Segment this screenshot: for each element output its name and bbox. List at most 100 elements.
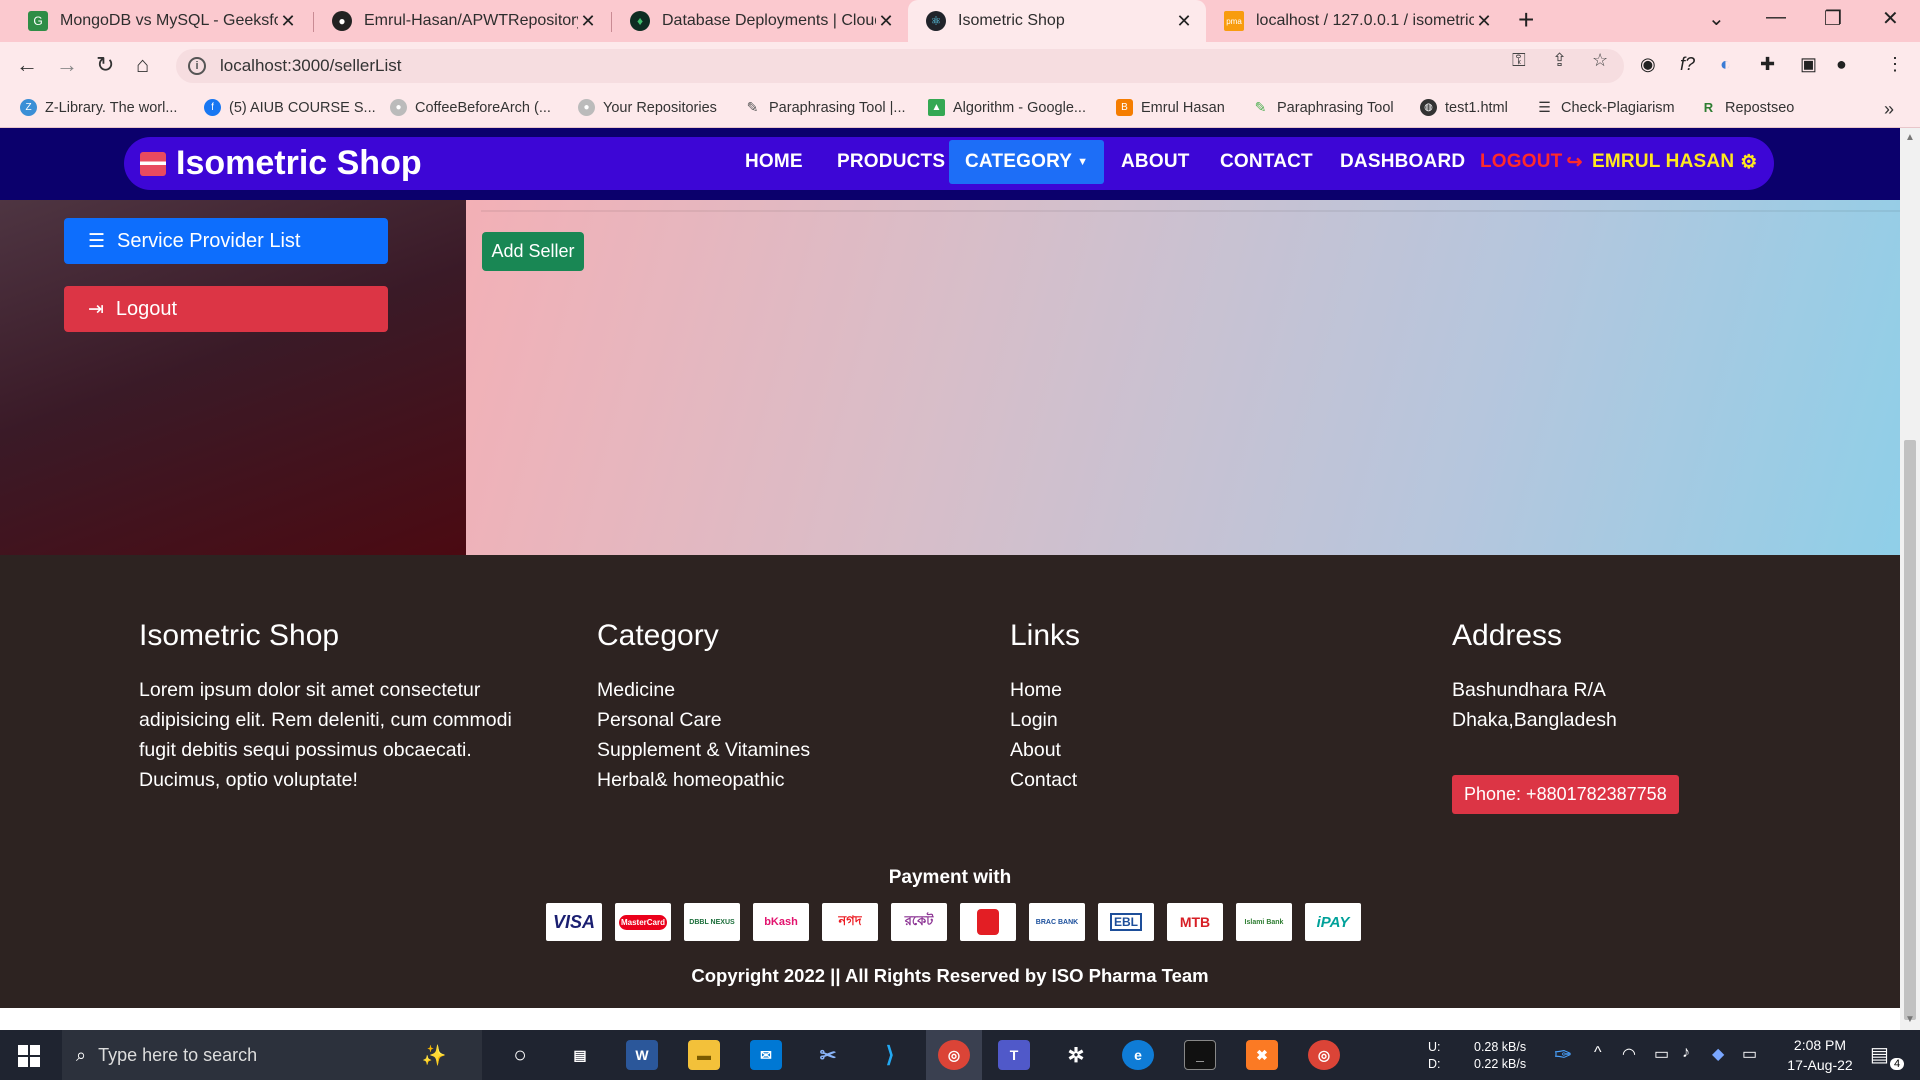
cortana-icon[interactable]: ○ [504, 1040, 536, 1070]
bookmark-star-icon[interactable]: ☆ [1592, 50, 1608, 71]
extension-formula-icon[interactable]: f? [1680, 54, 1695, 75]
nav-about[interactable]: ABOUT [1121, 140, 1190, 184]
xampp-icon[interactable]: ✖ [1246, 1040, 1278, 1070]
bookmark-item[interactable]: ☰ Check-Plagiarism [1536, 99, 1674, 116]
close-icon[interactable]: ✕ [876, 11, 896, 32]
service-provider-list-button[interactable]: ☰ Service Provider List [64, 218, 388, 264]
scroll-down-icon[interactable]: ▼ [1905, 1014, 1915, 1025]
chrome-profile-icon[interactable]: ◎ [1308, 1040, 1340, 1070]
scrollbar-thumb[interactable] [1904, 440, 1916, 1020]
wifi-icon[interactable]: ◠ [1622, 1044, 1636, 1064]
share-icon[interactable]: ⇪ [1552, 50, 1567, 71]
address-bar[interactable]: i localhost:3000/sellerList [176, 49, 1624, 83]
brand-logo[interactable]: Isometric Shop [140, 144, 422, 183]
volume-icon[interactable]: ♪ [1682, 1044, 1690, 1062]
new-tab-icon[interactable]: + [1518, 4, 1534, 36]
footer-link[interactable]: About [1010, 735, 1080, 765]
show-hidden-icons-chevron-icon[interactable]: ^ [1594, 1044, 1602, 1062]
terminal-icon[interactable]: _ [1184, 1040, 1216, 1070]
islami-bank-label: Islami Bank [1244, 918, 1284, 926]
site-navbar: Isometric Shop HOME PRODUCTS CATEGORY ▼ … [0, 128, 1900, 200]
clock-time[interactable]: 2:08 PM [1780, 1037, 1860, 1053]
nav-category-dropdown[interactable]: CATEGORY ▼ [949, 140, 1105, 184]
bug-icon[interactable]: ✲ [1060, 1040, 1092, 1070]
browser-tab[interactable]: G MongoDB vs MySQL - GeeksforG ✕ [10, 0, 310, 42]
bookmark-item[interactable]: ✎ Paraphrasing Tool [1252, 99, 1394, 116]
notification-icon[interactable]: ▤ [1870, 1042, 1889, 1067]
menu-kebab-icon[interactable]: ⋮ [1886, 54, 1904, 75]
vscode-icon[interactable]: ⟩ [874, 1040, 906, 1070]
close-icon[interactable]: ✕ [1474, 11, 1494, 32]
ebl-logo: EBL [1098, 903, 1154, 941]
back-arrow-icon[interactable]: ← [16, 52, 38, 78]
chrome-icon[interactable]: ◎ [938, 1040, 970, 1070]
site-info-icon[interactable]: i [188, 57, 206, 75]
copyright-text: Copyright 2022 || All Rights Reserved by… [691, 965, 1209, 986]
bookmark-item[interactable]: Z Z-Library. The worl... [20, 99, 177, 116]
minimize-icon[interactable]: — [1766, 6, 1786, 29]
teams-icon[interactable]: T [998, 1040, 1030, 1070]
more-bookmarks-icon[interactable]: » [1884, 99, 1894, 120]
phone-button[interactable]: Phone: +8801782387758 [1452, 775, 1679, 814]
browser-tab[interactable]: ● Emrul-Hasan/APWTRepository: A ✕ [314, 0, 610, 42]
mail-icon[interactable]: ✉ [750, 1040, 782, 1070]
restore-icon[interactable]: ❐ [1824, 6, 1842, 31]
footer-link[interactable]: Contact [1010, 765, 1080, 795]
battery-icon[interactable]: ▭ [1742, 1044, 1757, 1064]
nav-contact[interactable]: CONTACT [1220, 140, 1313, 184]
key-icon[interactable]: ⚿ [1512, 50, 1526, 71]
extension-shield-icon[interactable]: ◐ [1720, 54, 1731, 75]
search-highlight-icon[interactable]: ✨ [404, 1040, 464, 1070]
close-icon[interactable]: ✕ [578, 11, 598, 32]
forward-arrow-icon[interactable]: → [56, 52, 78, 78]
pen-icon[interactable]: ✑ [1554, 1042, 1572, 1068]
windows-start-icon[interactable] [18, 1045, 40, 1067]
footer-category-link[interactable]: Herbal& homeopathic [597, 765, 810, 795]
footer-category-link[interactable]: Supplement & Vitamines [597, 735, 810, 765]
nav-logout[interactable]: LOGOUT ↪ [1480, 140, 1583, 184]
snipping-tool-icon[interactable]: ✂ [812, 1040, 844, 1070]
footer-link[interactable]: Login [1010, 705, 1080, 735]
task-view-icon[interactable]: ▤ [564, 1040, 596, 1070]
add-seller-button[interactable]: Add Seller [482, 232, 584, 271]
home-icon[interactable]: ⌂ [136, 52, 149, 78]
side-panel-icon[interactable]: ▣ [1800, 54, 1817, 75]
bookmark-item[interactable]: ▲ Algorithm - Google... [928, 99, 1086, 116]
meet-now-icon[interactable]: ▭ [1654, 1044, 1669, 1064]
browser-tab[interactable]: ♦ Database Deployments | Cloud: M ✕ [612, 0, 908, 42]
tab-search-chevron-icon[interactable]: ⌄ [1708, 6, 1725, 31]
extension-globe-icon[interactable]: ◉ [1640, 54, 1656, 75]
close-icon[interactable]: ✕ [278, 11, 298, 32]
bookmark-item[interactable]: ✎ Paraphrasing Tool |... [744, 99, 906, 116]
window-close-icon[interactable]: ✕ [1882, 6, 1899, 31]
edge-icon[interactable]: e [1122, 1040, 1154, 1070]
sidebar-logout-button[interactable]: ⇥ Logout [64, 286, 388, 332]
bookmark-item[interactable]: B Emrul Hasan [1116, 99, 1225, 116]
bookmark-item[interactable]: ● CoffeeBeforeArch (... [390, 99, 551, 116]
bookmark-item[interactable]: R Repostseo [1700, 99, 1795, 116]
bookmark-item[interactable]: ● Your Repositories [578, 99, 717, 116]
file-explorer-icon[interactable]: ▬ [688, 1040, 720, 1070]
bookmark-label: Paraphrasing Tool [1277, 99, 1394, 116]
nav-dashboard[interactable]: DASHBOARD [1340, 140, 1465, 184]
browser-tab-active[interactable]: ⚛ Isometric Shop ✕ [908, 0, 1206, 42]
bookmark-item[interactable]: f (5) AIUB COURSE S... [204, 99, 376, 116]
footer-category-link[interactable]: Medicine [597, 675, 810, 705]
clock-date[interactable]: 17-Aug-22 [1780, 1057, 1860, 1073]
reload-icon[interactable]: ↻ [96, 52, 114, 78]
page-scrollbar[interactable]: ▲ ▼ [1900, 128, 1920, 1030]
profile-avatar[interactable]: ● [1836, 54, 1847, 75]
scroll-up-icon[interactable]: ▲ [1905, 132, 1915, 143]
word-icon[interactable]: W [626, 1040, 658, 1070]
nav-home[interactable]: HOME [745, 140, 803, 184]
nav-user[interactable]: EMRUL HASAN ⚙ [1592, 140, 1757, 184]
teams-tray-icon[interactable]: ◆ [1712, 1044, 1724, 1064]
nav-products[interactable]: PRODUCTS [837, 140, 945, 184]
extensions-puzzle-icon[interactable]: ✚ [1760, 54, 1775, 75]
footer-category-link[interactable]: Personal Care [597, 705, 810, 735]
bookmark-item[interactable]: ◍ test1.html [1420, 99, 1508, 116]
footer-link[interactable]: Home [1010, 675, 1080, 705]
close-icon[interactable]: ✕ [1174, 11, 1194, 32]
browser-tab[interactable]: pma localhost / 127.0.0.1 / isometric_ ✕ [1206, 0, 1506, 42]
document-check-icon: ☰ [1538, 99, 1551, 115]
